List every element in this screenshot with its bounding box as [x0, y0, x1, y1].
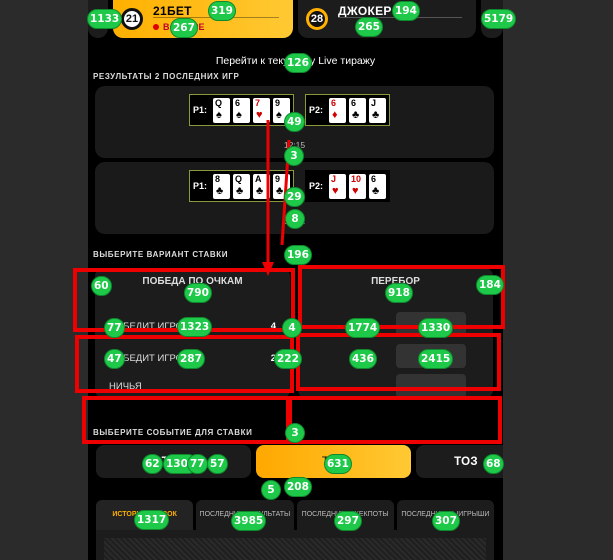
som-marker: 184	[476, 275, 504, 295]
som-marker: 77	[187, 454, 208, 474]
som-marker: 49	[284, 112, 305, 132]
som-marker: 1317	[134, 510, 170, 530]
som-marker: 918	[385, 283, 413, 303]
som-marker: 790	[184, 283, 212, 303]
som-marker: 265	[355, 17, 383, 37]
som-marker: 62	[142, 454, 163, 474]
som-marker: 319	[208, 1, 236, 21]
som-marker: 307	[432, 511, 460, 531]
som-marker: 297	[334, 511, 362, 531]
som-marker: 2415	[418, 349, 454, 369]
som-marker: 77	[104, 318, 125, 338]
som-marker: 47	[104, 349, 125, 369]
som-marker: 1133	[87, 9, 123, 29]
som-marker: 126	[284, 53, 312, 73]
som-marker: 1323	[177, 317, 213, 337]
som-marker: 5179	[481, 9, 517, 29]
som-marker: 1330	[418, 318, 454, 338]
som-marker: 8	[285, 209, 305, 229]
som-marker: 222	[274, 349, 302, 369]
som-marker: 267	[170, 18, 198, 38]
som-marker: 3	[285, 423, 305, 443]
som-marker: 29	[284, 187, 305, 207]
som-marker: 3	[284, 146, 304, 166]
som-marker: 4	[282, 318, 302, 338]
som-marker: 208	[284, 477, 312, 497]
som-marker: 194	[392, 1, 420, 21]
som-marker: 631	[324, 454, 352, 474]
som-marker: 196	[284, 245, 312, 265]
som-marker: 436	[349, 349, 377, 369]
som-marker: 57	[207, 454, 228, 474]
som-marker: 60	[91, 276, 112, 296]
som-marker: 1774	[345, 318, 381, 338]
som-marker: 287	[177, 349, 205, 369]
som-marker: 68	[483, 454, 504, 474]
som-marker: 3985	[231, 511, 267, 531]
som-marker: 5	[261, 480, 281, 500]
